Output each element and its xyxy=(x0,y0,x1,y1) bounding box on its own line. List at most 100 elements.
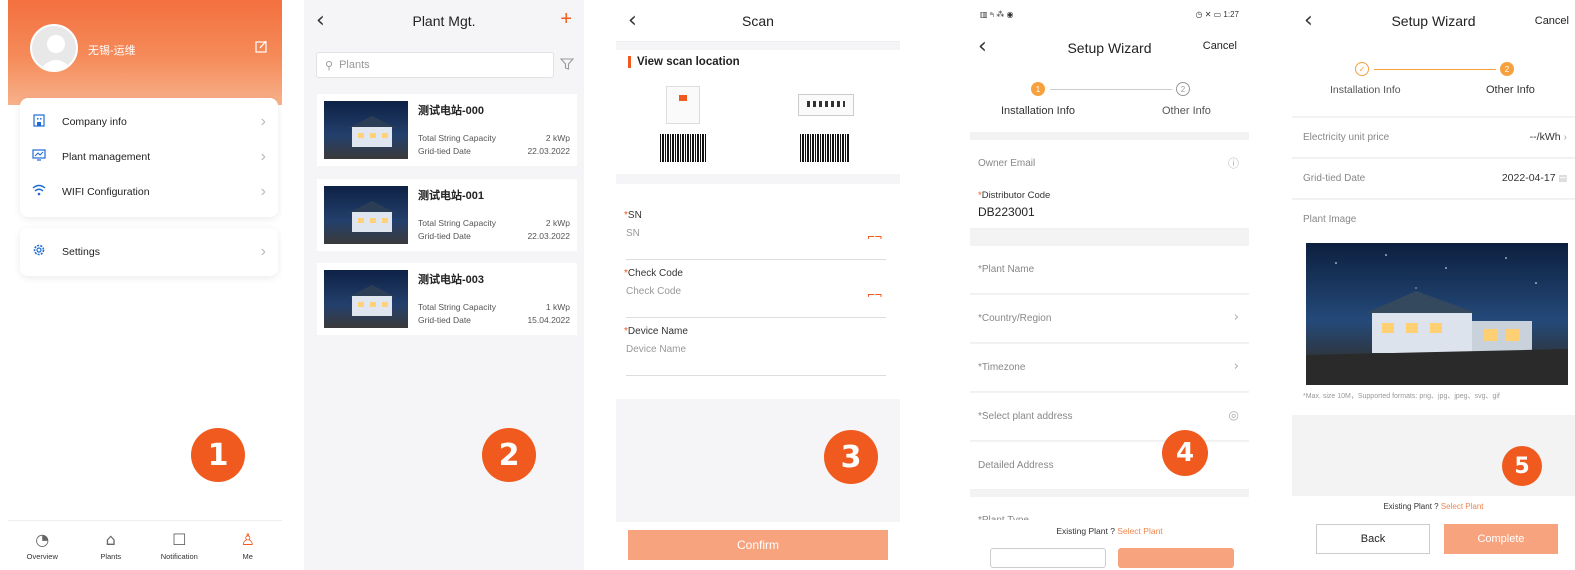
step-connector xyxy=(1050,89,1172,90)
timezone-field[interactable]: *Timezone › xyxy=(970,344,1249,392)
dongle-image xyxy=(798,94,854,116)
calendar-icon[interactable]: ▤ xyxy=(1558,173,1567,183)
field-label: *Distributor Code xyxy=(978,190,1051,201)
tab-me[interactable]: ♙ Me xyxy=(214,521,283,570)
complete-button[interactable]: Complete xyxy=(1444,524,1558,554)
username: 无锡-运维 xyxy=(88,45,136,57)
nav-bar: ‹ Setup Wizard Cancel xyxy=(1292,0,1575,42)
capacity-label: Total String Capacity xyxy=(418,133,496,143)
avatar[interactable] xyxy=(30,24,78,72)
scan-screen: ‹ Scan View scan location *SN SN ⌐¬ *Che… xyxy=(616,0,900,570)
step-badge: 4 xyxy=(1162,430,1208,476)
monitor-icon xyxy=(32,148,52,165)
barcode-image xyxy=(800,134,850,162)
help-icon[interactable]: ⓘ xyxy=(1228,155,1239,171)
field-value-group: --/kWh › xyxy=(1530,131,1567,143)
barcode-image xyxy=(660,134,706,162)
tab-notification[interactable]: ☐ Notification xyxy=(145,521,214,570)
owner-email-field[interactable]: Owner Email ⓘ xyxy=(970,140,1249,188)
tab-label: Me xyxy=(242,552,253,561)
field-label: *Timezone xyxy=(978,362,1026,373)
menu-item-plant-management[interactable]: Plant management › xyxy=(20,139,278,174)
back-icon[interactable]: ‹ xyxy=(1304,8,1313,33)
field-label-text: Distributor Code xyxy=(981,190,1051,201)
wizard-steps: ✓ 2 Installation Info Other Info xyxy=(1292,42,1575,116)
plant-card[interactable]: 测试电站-003 Total String Capacity 1 kWp Grid… xyxy=(317,263,577,335)
chat-icon: ☐ xyxy=(172,530,187,549)
plant-card[interactable]: 测试电站-001 Total String Capacity 2 kWp Grid… xyxy=(317,179,577,251)
menu-item-company-info[interactable]: Company info › xyxy=(20,104,278,139)
menu-item-label: Plant management xyxy=(62,150,151,163)
page-title: Scan xyxy=(742,12,774,29)
house-night-illustration xyxy=(1306,254,1568,385)
chevron-right-icon: › xyxy=(260,242,266,260)
electricity-price-field[interactable]: Electricity unit price --/kWh › xyxy=(1292,118,1575,158)
cancel-button[interactable]: Cancel xyxy=(1203,40,1237,52)
scan-icon[interactable]: ⌐¬ xyxy=(868,288,882,302)
back-icon[interactable]: ‹ xyxy=(316,8,325,33)
tab-overview[interactable]: ◔ Overview xyxy=(8,521,77,570)
search-input[interactable]: ⚲ Plants xyxy=(316,52,554,78)
building-icon xyxy=(32,113,52,130)
select-plant-link[interactable]: Select Plant xyxy=(1117,526,1162,536)
chevron-right-icon: › xyxy=(1233,359,1239,374)
plant-address-field[interactable]: *Select plant address ◎ xyxy=(970,393,1249,441)
setup-wizard-step2-screen: ‹ Setup Wizard Cancel ✓ 2 Installation I… xyxy=(1292,0,1575,570)
grid-tied-date-field[interactable]: Grid-tied Date 2022-04-17 ▤ xyxy=(1292,159,1575,199)
location-icon[interactable]: ◎ xyxy=(1229,408,1239,422)
date-label: Grid-tied Date xyxy=(418,315,471,325)
step-badge: 1 xyxy=(191,428,245,482)
step-2-label: Other Info xyxy=(1162,105,1211,117)
field-label: Detailed Address xyxy=(978,460,1054,471)
capacity-label: Total String Capacity xyxy=(418,302,496,312)
back-button[interactable]: Back xyxy=(1316,524,1430,554)
filter-icon[interactable] xyxy=(559,57,575,74)
step-2-indicator: 2 xyxy=(1500,62,1514,76)
date-label: Grid-tied Date xyxy=(418,146,471,156)
chevron-right-icon: › xyxy=(1233,310,1239,325)
search-placeholder: Plants xyxy=(339,59,370,71)
nav-bar: ‹ Scan xyxy=(616,0,900,42)
back-icon[interactable]: ‹ xyxy=(978,34,987,59)
edit-icon[interactable] xyxy=(255,40,268,56)
plant-thumbnail xyxy=(324,186,408,244)
tab-bar: ◔ Overview ⌂ Plants ☐ Notification ♙ Me xyxy=(8,520,282,570)
plant-name-field[interactable]: *Plant Name xyxy=(970,246,1249,294)
select-plant-link[interactable]: Select Plant xyxy=(1441,502,1484,511)
back-icon[interactable]: ‹ xyxy=(628,8,637,33)
add-icon[interactable]: + xyxy=(560,8,572,31)
profile-header: 无锡-运维 xyxy=(8,0,282,105)
date-label: Grid-tied Date xyxy=(418,231,471,241)
plant-card[interactable]: 测试电站-000 Total String Capacity 2 kWp Grid… xyxy=(317,94,577,166)
tab-label: Overview xyxy=(26,552,58,561)
nav-bar: ‹ Setup Wizard Cancel xyxy=(970,28,1249,68)
user-icon: ♙ xyxy=(240,530,255,549)
field-label: *Select plant address xyxy=(978,411,1073,422)
back-button[interactable] xyxy=(990,548,1106,568)
next-button[interactable] xyxy=(1118,548,1234,568)
device-name-field[interactable]: *Device Name Device Name xyxy=(624,326,886,376)
capacity-value: 1 kWp xyxy=(545,302,570,312)
chevron-right-icon: › xyxy=(260,112,266,130)
distributor-code-field[interactable]: *Distributor Code DB223001 xyxy=(970,183,1249,229)
status-right: ◷ ✕ ▭ 1:27 xyxy=(1195,9,1239,19)
step-2-label: Other Info xyxy=(1486,84,1535,96)
menu-item-label: WIFI Configuration xyxy=(62,185,150,198)
scan-icon[interactable]: ⌐¬ xyxy=(868,230,882,244)
menu-item-settings[interactable]: Settings › xyxy=(20,234,278,269)
confirm-button[interactable]: Confirm xyxy=(628,530,888,560)
cancel-button[interactable]: Cancel xyxy=(1535,15,1569,27)
menu-item-wifi-configuration[interactable]: WIFI Configuration › xyxy=(20,174,278,209)
step-2-indicator: 2 xyxy=(1176,82,1190,96)
capacity-value: 2 kWp xyxy=(545,218,570,228)
scan-location-panel: View scan location xyxy=(616,50,900,174)
field-label: *Country/Region xyxy=(978,313,1052,324)
plant-photo[interactable] xyxy=(1306,243,1568,385)
field-placeholder: Device Name xyxy=(626,344,687,355)
tab-plants[interactable]: ⌂ Plants xyxy=(77,521,146,570)
check-code-field[interactable]: *Check Code Check Code ⌐¬ xyxy=(624,268,886,318)
country-field[interactable]: *Country/Region › xyxy=(970,295,1249,343)
sn-field[interactable]: *SN SN ⌐¬ xyxy=(624,210,886,260)
user-avatar-icon xyxy=(39,35,73,70)
field-value: --/kWh xyxy=(1529,131,1561,143)
